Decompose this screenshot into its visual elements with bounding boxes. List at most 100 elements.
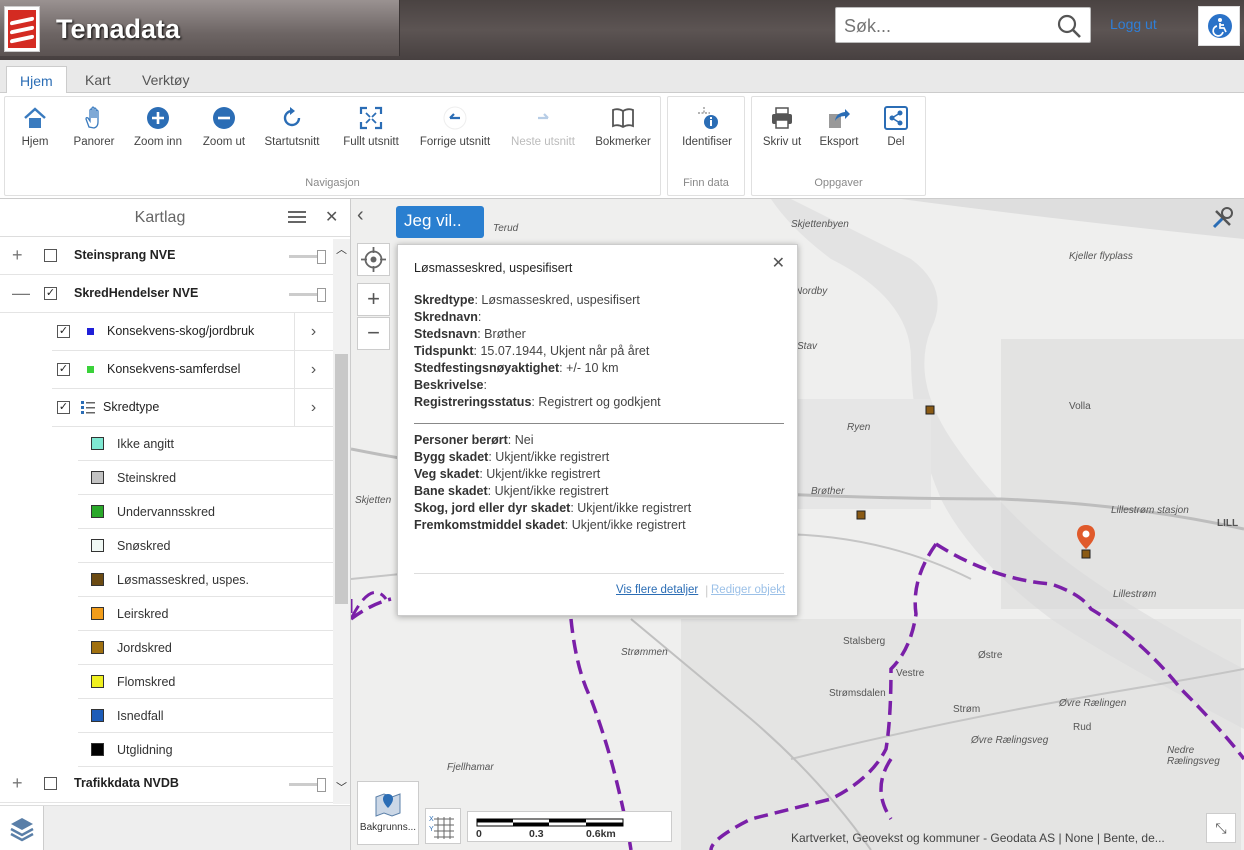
coordinate-grid-button[interactable]: XY bbox=[425, 808, 461, 844]
layer-label: Trafikkdata NVDB bbox=[74, 776, 179, 790]
layer-checkbox[interactable]: ✓ bbox=[57, 401, 70, 414]
legend-item: Leirskred bbox=[78, 597, 333, 631]
layer-checkbox[interactable] bbox=[44, 777, 57, 790]
popup-field-key: Skrednavn bbox=[414, 310, 478, 324]
identify-button[interactable]: Identifiser bbox=[674, 105, 740, 148]
layer-row-skredhendelser[interactable]: — ✓ SkredHendelser NVE bbox=[0, 275, 333, 313]
legend-label: Undervannsskred bbox=[117, 505, 215, 519]
full-extent-icon bbox=[359, 106, 383, 130]
map-place-label: Terud bbox=[493, 223, 519, 234]
popup-field-value: Registrert og godkjent bbox=[538, 395, 661, 409]
sublayer-row-skredtype[interactable]: ✓ Skredtype › bbox=[52, 389, 333, 427]
close-icon[interactable]: ✕ bbox=[772, 253, 785, 273]
expand-map-icon[interactable]: ⤡ bbox=[1206, 813, 1236, 843]
popup-field-key: Fremkomstmiddel skadet bbox=[414, 518, 565, 532]
logout-link[interactable]: Logg ut bbox=[1110, 16, 1157, 32]
tab-hjem[interactable]: Hjem bbox=[6, 66, 67, 94]
tab-verktoy[interactable]: Verktøy bbox=[129, 66, 202, 94]
export-icon bbox=[829, 109, 850, 128]
sublayer-row-konsekvens-skog[interactable]: ✓ Konsekvens-skog/jordbruk › bbox=[52, 313, 333, 351]
opacity-slider[interactable] bbox=[289, 250, 327, 264]
details-link[interactable]: Vis flere detaljer bbox=[616, 584, 698, 596]
start-extent-button[interactable]: Startutsnitt bbox=[261, 105, 323, 148]
refresh-icon bbox=[283, 107, 301, 127]
hand-icon bbox=[85, 106, 99, 129]
map-place-label: Nordby bbox=[795, 286, 828, 297]
layers-panel-header: Kartlag ✕ bbox=[0, 199, 350, 237]
popup-field-value: Ukjent/ikke registrert bbox=[577, 501, 692, 515]
home-icon bbox=[24, 107, 46, 128]
layer-label: Konsekvens-samferdsel bbox=[107, 362, 241, 376]
map-place-label: LILL bbox=[1217, 518, 1239, 529]
map-place-label: Øvre Rælingen bbox=[1059, 698, 1127, 709]
menu-icon[interactable] bbox=[288, 211, 306, 225]
collapse-panel-icon[interactable]: ‹ bbox=[357, 204, 381, 234]
zoom-in-button[interactable]: Zoom inn bbox=[129, 105, 187, 148]
popup-field-key: Stedsnavn bbox=[414, 327, 478, 341]
share-button[interactable]: Del bbox=[876, 105, 916, 148]
map-marker-icon[interactable] bbox=[1075, 524, 1097, 558]
print-button[interactable]: Skriv ut bbox=[758, 105, 806, 148]
share-icon bbox=[884, 106, 908, 130]
export-button[interactable]: Eksport bbox=[814, 105, 864, 148]
layer-checkbox[interactable]: ✓ bbox=[44, 287, 57, 300]
legend-label: Isnedfall bbox=[117, 709, 164, 723]
locate-button[interactable] bbox=[357, 243, 390, 276]
search-icon[interactable] bbox=[1056, 13, 1082, 39]
layers-toggle-button[interactable] bbox=[0, 806, 44, 850]
basemap-icon bbox=[375, 793, 401, 817]
layer-checkbox[interactable] bbox=[44, 249, 57, 262]
chevron-right-icon[interactable]: › bbox=[294, 313, 332, 351]
jeg-vil-button[interactable]: Jeg vil.. bbox=[396, 206, 484, 238]
layer-checkbox[interactable]: ✓ bbox=[57, 363, 70, 376]
home-button[interactable]: Hjem bbox=[15, 105, 55, 148]
navigation-group: Hjem Panorer Zoom inn Zoom ut Startutsni… bbox=[4, 96, 661, 196]
bookmarks-button[interactable]: Bokmerker bbox=[591, 105, 655, 148]
tab-kart[interactable]: Kart bbox=[72, 66, 124, 94]
popup-field-value: Ukjent/ikke registrert bbox=[495, 450, 610, 464]
layers-panel-title: Kartlag bbox=[134, 209, 186, 226]
popup-field-key: Registreringsstatus bbox=[414, 395, 532, 409]
layer-row-trafikkdata[interactable]: + Trafikkdata NVDB bbox=[0, 765, 333, 803]
brand-area: Temadata bbox=[0, 0, 400, 56]
map-zoom-out-button[interactable]: − bbox=[357, 317, 390, 350]
edit-link[interactable]: Rediger objekt bbox=[711, 584, 785, 596]
previous-extent-button[interactable]: Forrige utsnitt bbox=[415, 105, 495, 148]
legend-item: Ikke angitt bbox=[78, 427, 333, 461]
popup-field-value: Løsmasseskred, uspesifisert bbox=[481, 293, 640, 307]
map-view[interactable]: Terud Skjetten Kjeller flyplass Nordby S… bbox=[351, 199, 1244, 850]
next-extent-button[interactable]: Neste utsnitt bbox=[507, 105, 579, 148]
scrollbar-thumb[interactable] bbox=[335, 354, 348, 604]
scroll-down-icon[interactable]: ﹀ bbox=[336, 779, 347, 795]
layer-row-steinsprang[interactable]: + Steinsprang NVE bbox=[0, 237, 333, 275]
app-root: Temadata Logg ut Hjem Kart Verktøy Hjem … bbox=[0, 0, 1244, 850]
scale-bar-graphic bbox=[476, 818, 624, 827]
legend-list-icon bbox=[81, 401, 95, 414]
collapse-icon[interactable]: — bbox=[12, 284, 30, 302]
pan-button[interactable]: Panorer bbox=[69, 105, 119, 148]
close-icon[interactable]: ✕ bbox=[325, 207, 338, 227]
layer-checkbox[interactable]: ✓ bbox=[57, 325, 70, 338]
map-attribution: Kartverket, Geovekst og kommuner - Geoda… bbox=[791, 831, 1165, 845]
opacity-slider[interactable] bbox=[289, 288, 327, 302]
legend-item: Jordskred bbox=[78, 631, 333, 665]
map-zoom-in-button[interactable]: + bbox=[357, 283, 390, 316]
zoom-in-label: Zoom inn bbox=[134, 136, 182, 148]
full-extent-button[interactable]: Fullt utsnitt bbox=[339, 105, 403, 148]
search-box[interactable] bbox=[835, 7, 1091, 43]
chevron-right-icon[interactable]: › bbox=[294, 389, 332, 427]
layers-scrollbar[interactable]: ︿ ﹀ bbox=[333, 239, 350, 804]
scroll-up-icon[interactable]: ︿ bbox=[336, 241, 347, 257]
scale-bar: 0 0.3 0.6km bbox=[467, 811, 672, 842]
search-input[interactable] bbox=[844, 13, 1049, 39]
tools-icon[interactable] bbox=[1210, 205, 1236, 231]
chevron-right-icon[interactable]: › bbox=[294, 351, 332, 389]
basemap-button[interactable]: Bakgrunns... bbox=[357, 781, 419, 845]
accessibility-button[interactable] bbox=[1198, 6, 1240, 46]
zoom-out-button[interactable]: Zoom ut bbox=[198, 105, 250, 148]
expand-icon[interactable]: + bbox=[12, 246, 23, 264]
map-place-label: Strømsdalen bbox=[829, 688, 886, 699]
sublayer-row-konsekvens-samferdsel[interactable]: ✓ Konsekvens-samferdsel › bbox=[52, 351, 333, 389]
expand-icon[interactable]: + bbox=[12, 774, 23, 792]
opacity-slider[interactable] bbox=[289, 778, 327, 792]
